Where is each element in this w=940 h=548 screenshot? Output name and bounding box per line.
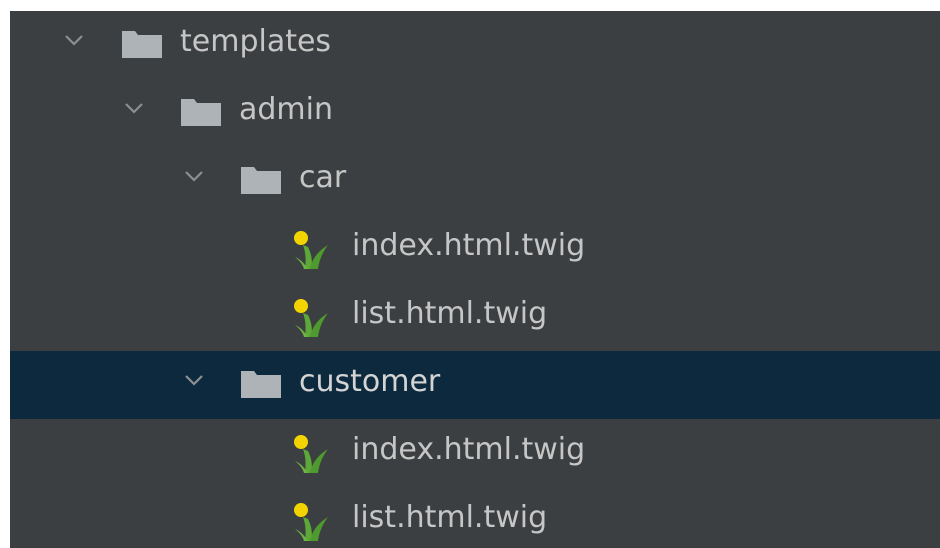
project-tree: templates admin car index.html.twig list…	[10, 11, 940, 548]
twig-file-icon	[294, 299, 328, 337]
tree-item-label: car	[299, 160, 347, 195]
chevron-down-icon[interactable]	[63, 29, 85, 51]
tree-item-car[interactable]: car	[10, 147, 940, 215]
tree-item-admin[interactable]: admin	[10, 79, 940, 147]
twig-file-icon	[294, 503, 328, 541]
tree-item-car-list-twig[interactable]: list.html.twig	[10, 283, 940, 351]
folder-icon	[181, 99, 221, 126]
tree-item-label: customer	[299, 364, 441, 399]
tree-item-label: list.html.twig	[352, 500, 548, 535]
folder-icon	[241, 167, 281, 194]
tree-item-customer-index-twig[interactable]: index.html.twig	[10, 419, 940, 487]
chevron-down-icon[interactable]	[183, 369, 205, 391]
chevron-down-icon[interactable]	[183, 165, 205, 187]
tree-item-label: index.html.twig	[352, 432, 586, 467]
tree-item-label: admin	[239, 92, 333, 127]
folder-icon	[122, 31, 162, 58]
tree-item-car-index-twig[interactable]: index.html.twig	[10, 215, 940, 283]
folder-icon	[241, 371, 281, 398]
tree-item-customer[interactable]: customer	[10, 351, 940, 419]
tree-item-label: list.html.twig	[352, 296, 548, 331]
tree-item-templates[interactable]: templates	[10, 11, 940, 79]
tree-item-customer-list-twig[interactable]: list.html.twig	[10, 487, 940, 548]
twig-file-icon	[294, 231, 328, 269]
tree-item-label: index.html.twig	[352, 228, 586, 263]
chevron-down-icon[interactable]	[123, 97, 145, 119]
twig-file-icon	[294, 435, 328, 473]
tree-item-label: templates	[180, 24, 332, 59]
